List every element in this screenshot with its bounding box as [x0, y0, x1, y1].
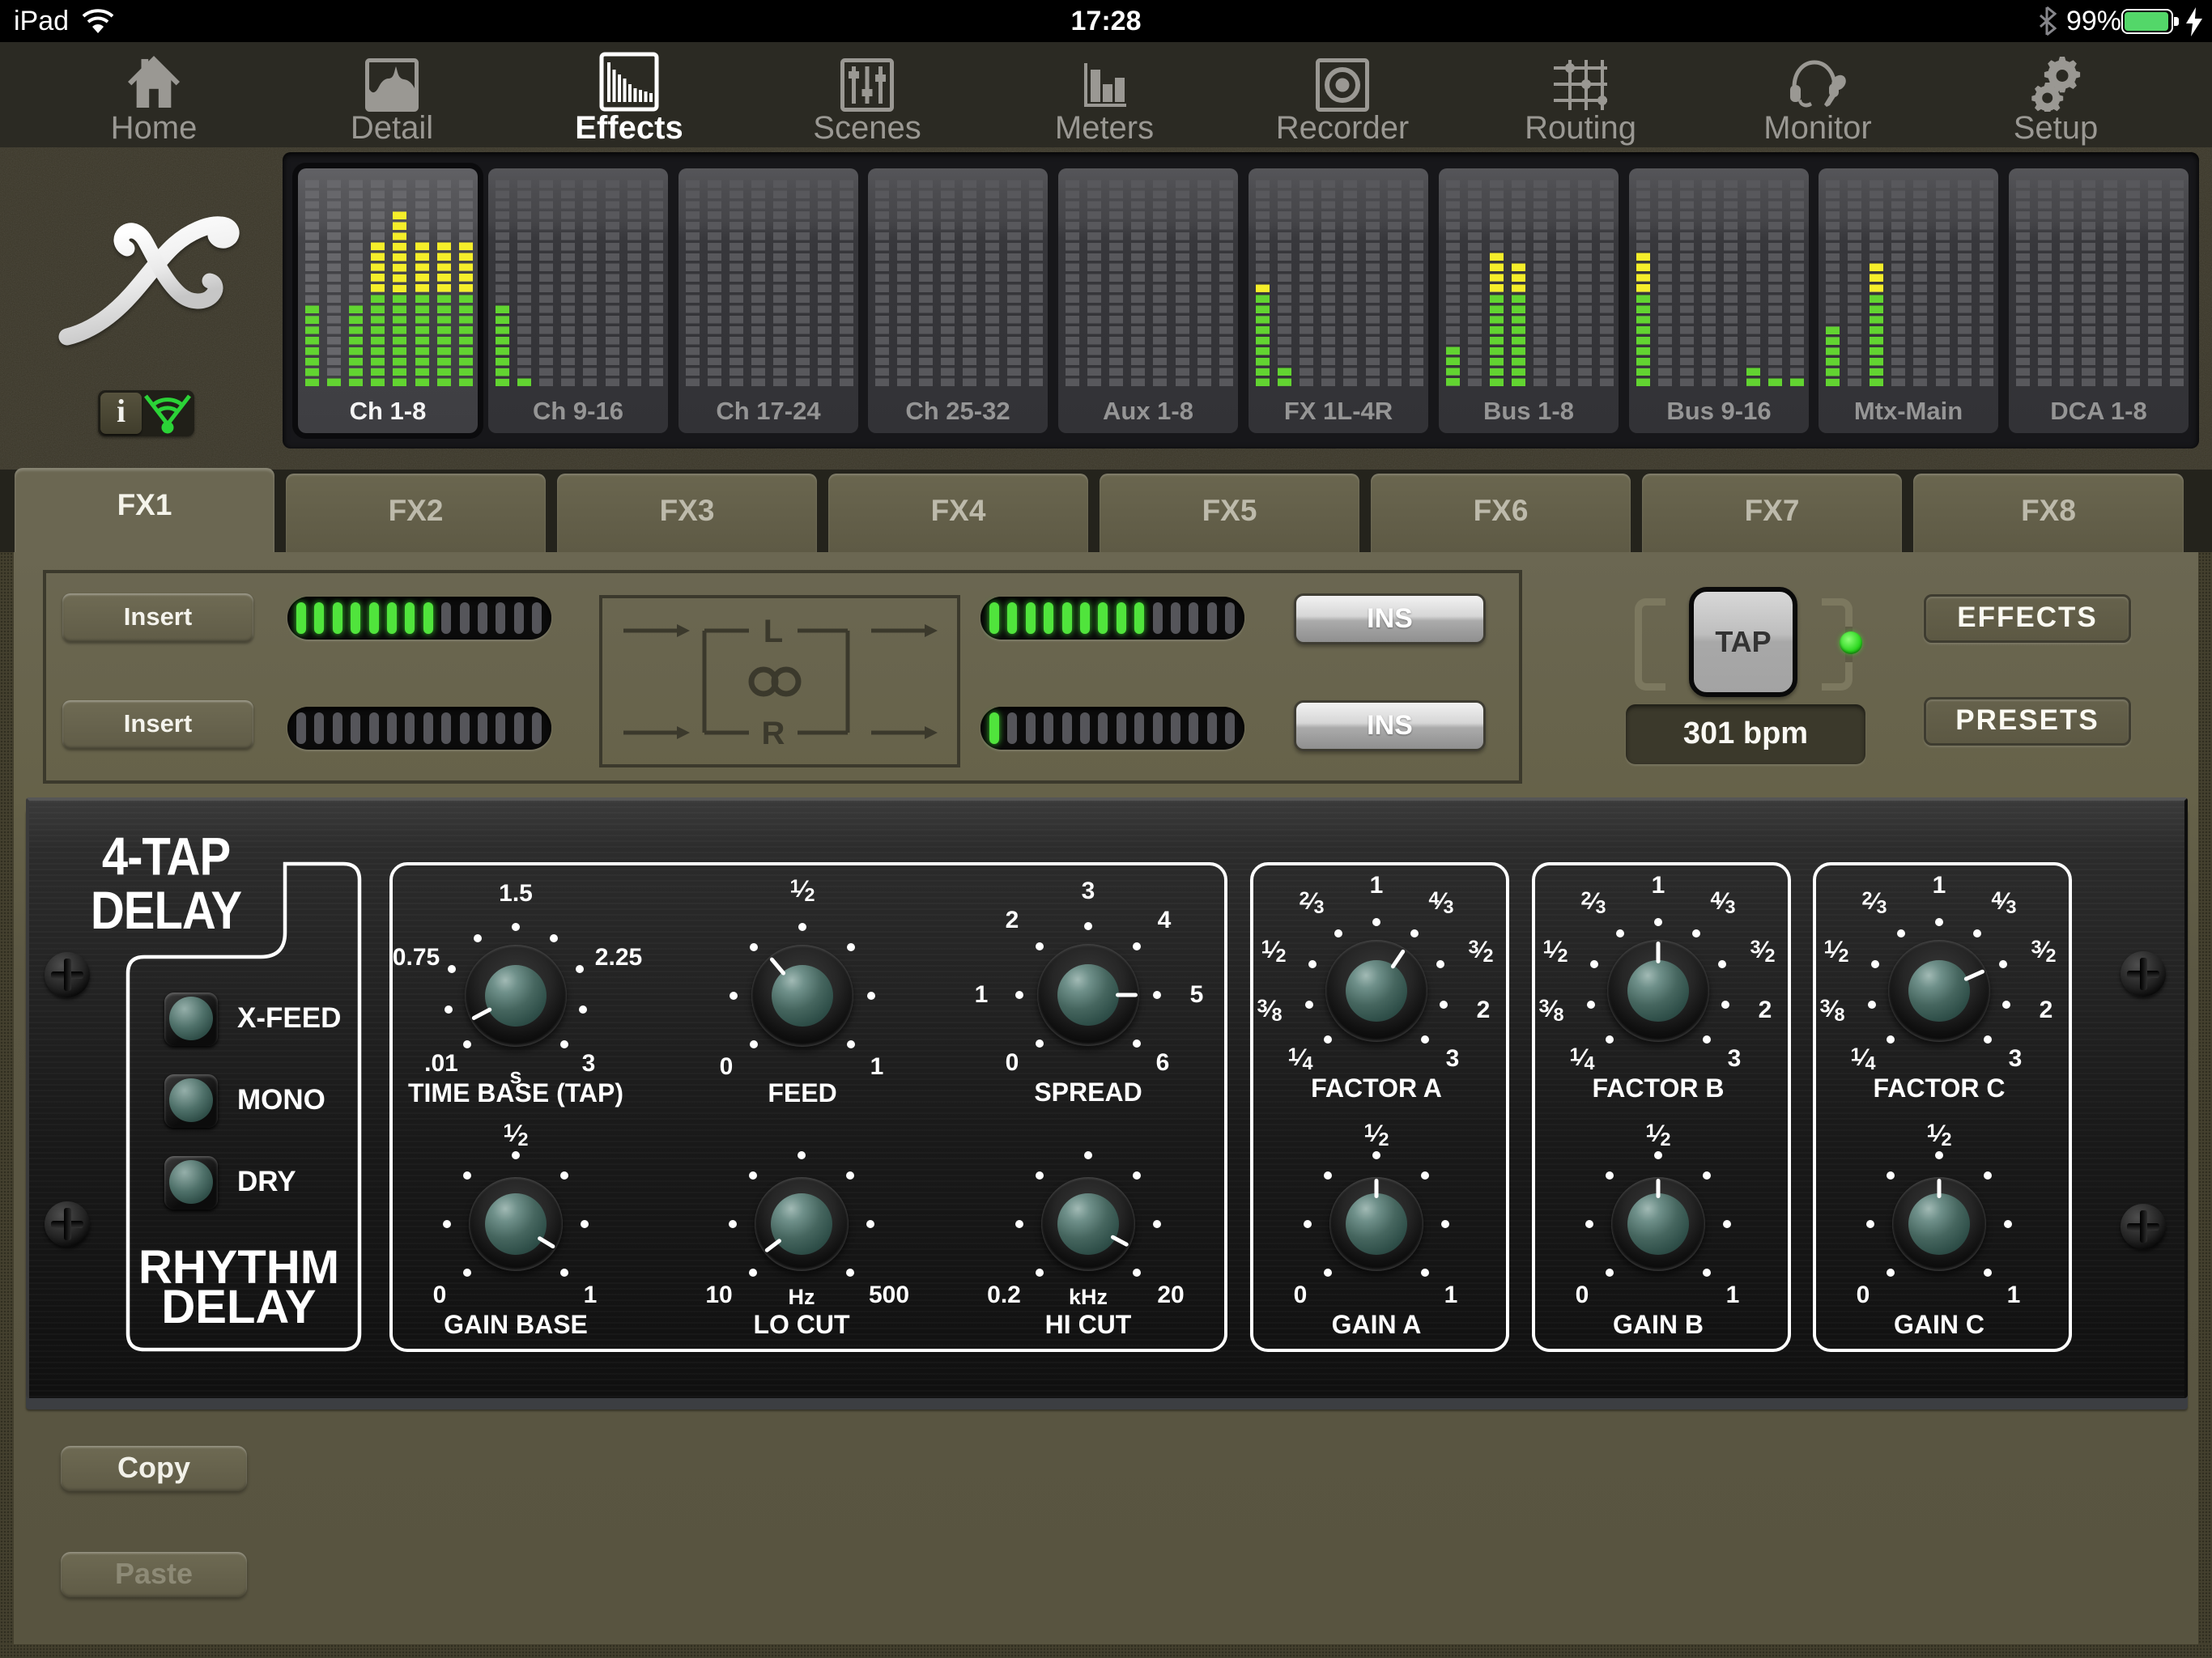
svg-text:R: R [762, 716, 785, 751]
svg-text:L: L [764, 614, 783, 649]
